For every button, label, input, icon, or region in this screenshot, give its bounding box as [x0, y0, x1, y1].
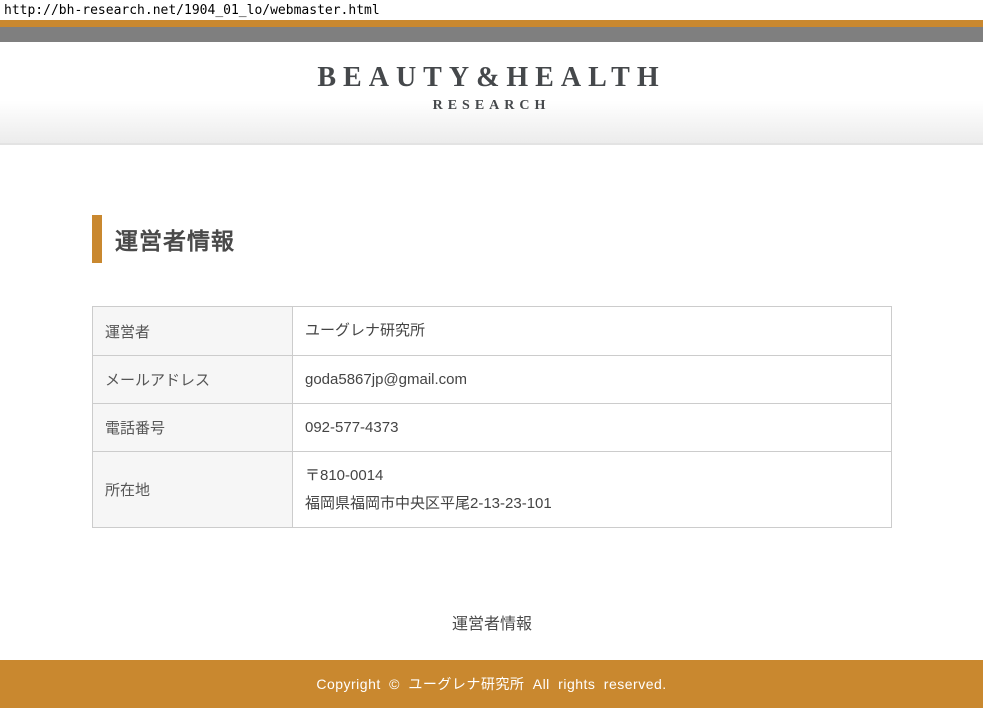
section-heading: 運営者情報	[92, 215, 892, 263]
logo-subtitle: RESEARCH	[317, 98, 665, 114]
table-row-email: メールアドレス goda5867jp@gmail.com	[93, 355, 891, 403]
row-label: 運営者	[93, 307, 293, 355]
site-logo[interactable]: BEAUTY&HEALTH RESEARCH	[317, 42, 665, 114]
table-row-address: 所在地 〒810-0014 福岡県福岡市中央区平尾2-13-23-101	[93, 451, 891, 527]
postal-code-value: 〒810-0014	[305, 462, 879, 490]
phone-value: 092-577-4373	[305, 414, 879, 442]
row-label: 電話番号	[93, 404, 293, 451]
site-header: BEAUTY&HEALTH RESEARCH	[0, 42, 983, 145]
page-title: 運営者情報	[115, 222, 235, 256]
email-value: goda5867jp@gmail.com	[305, 366, 879, 394]
row-value: 092-577-4373	[293, 404, 891, 451]
row-label: メールアドレス	[93, 356, 293, 403]
row-value: 〒810-0014 福岡県福岡市中央区平尾2-13-23-101	[293, 452, 891, 527]
row-label: 所在地	[93, 452, 293, 527]
heading-accent-bar	[92, 215, 102, 263]
top-accent-strip	[0, 20, 983, 27]
table-row-phone: 電話番号 092-577-4373	[93, 403, 891, 451]
operator-info-table: 運営者 ユーグレナ研究所 メールアドレス goda5867jp@gmail.co…	[92, 306, 892, 528]
address-value: 福岡県福岡市中央区平尾2-13-23-101	[305, 490, 879, 518]
page-url: http://bh-research.net/1904_01_lo/webmas…	[4, 3, 380, 18]
url-bar: http://bh-research.net/1904_01_lo/webmas…	[0, 0, 983, 20]
top-gray-bar	[0, 27, 983, 42]
operator-value: ユーグレナ研究所	[305, 317, 879, 345]
main-content: 運営者情報 運営者 ユーグレナ研究所 メールアドレス goda5867jp@gm…	[0, 145, 983, 660]
row-value: goda5867jp@gmail.com	[293, 356, 891, 403]
copyright-text: Copyright © ユーグレナ研究所 All rights reserved…	[316, 674, 666, 694]
table-row-operator: 運営者 ユーグレナ研究所	[93, 307, 891, 355]
footer-nav: 運営者情報	[92, 610, 892, 634]
logo-title: BEAUTY&HEALTH	[317, 62, 665, 94]
footer-link-operator-info[interactable]: 運営者情報	[452, 610, 532, 634]
copyright-bar: Copyright © ユーグレナ研究所 All rights reserved…	[0, 660, 983, 708]
row-value: ユーグレナ研究所	[293, 307, 891, 355]
